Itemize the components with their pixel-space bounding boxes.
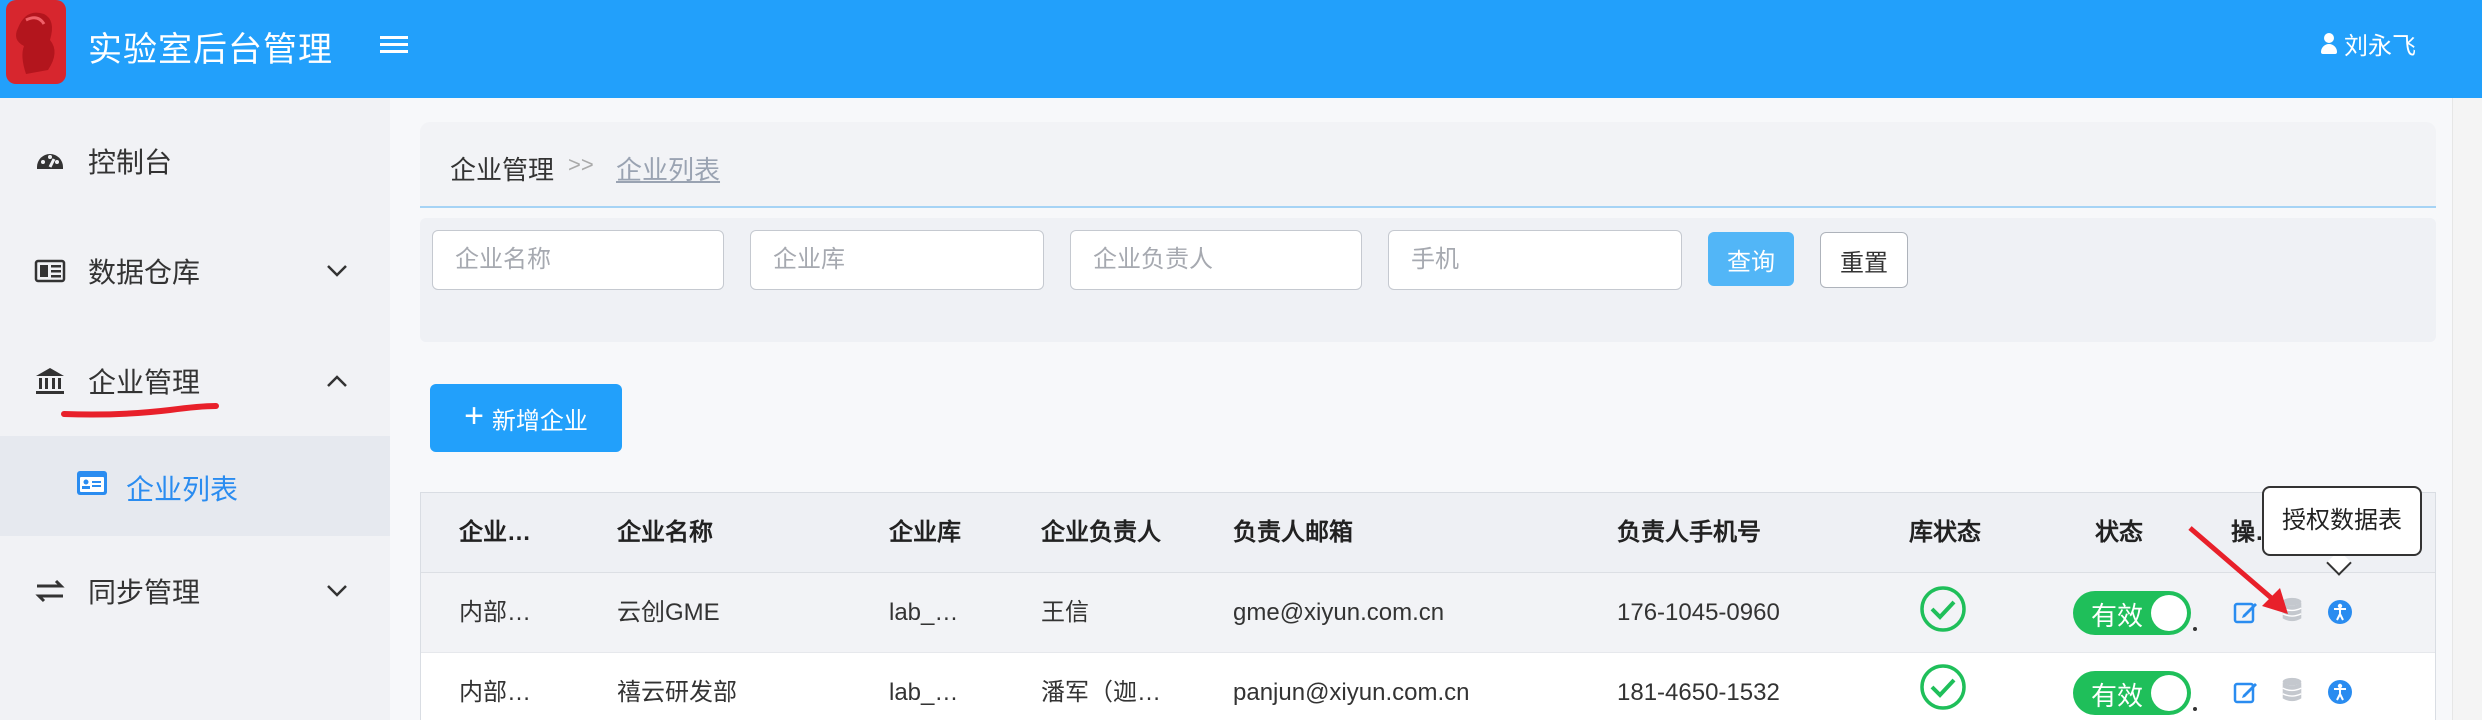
cell-db: lab_… (889, 599, 959, 626)
user-menu[interactable]: 刘永飞 (2320, 26, 2416, 61)
column-header[interactable]: 负责人邮箱 (1233, 493, 1353, 573)
sidebar-item-label: 控制台 (88, 147, 173, 178)
app-title: 实验室后台管理 (88, 31, 333, 69)
sidebar-subitem-enterprise-list[interactable]: 企业列表 (0, 436, 390, 536)
add-enterprise-label: 新增企业 (491, 407, 588, 435)
cell-type: 内部… (459, 679, 531, 706)
check-circle-icon (1920, 586, 1966, 632)
dashboard-icon (37, 154, 63, 169)
enterprise-owner-input[interactable] (1070, 230, 1362, 290)
chevron-up-icon (327, 375, 347, 387)
column-header[interactable]: 企业名称 (617, 493, 713, 573)
table-header: 企业… 企业名称 企业库 企业负责人 负责人邮箱 负责人手机号 库状态 状态 操… (421, 493, 2435, 573)
status-toggle[interactable]: 有效 (2073, 671, 2191, 715)
toggle-knob (2151, 675, 2187, 711)
edit-icon[interactable] (2233, 599, 2259, 625)
database-icon[interactable] (2279, 597, 2305, 623)
breadcrumb-current[interactable]: 企业列表 (616, 150, 720, 187)
menu-toggle-button[interactable] (380, 36, 408, 60)
sidebar-item-label: 企业管理 (88, 367, 201, 398)
status-toggle-label: 有效 (2091, 681, 2144, 711)
database-panel-icon (34, 259, 66, 283)
database-icon[interactable] (2279, 677, 2305, 703)
cell-type: 内部… (459, 599, 531, 626)
cell-owner: 王信 (1041, 599, 1089, 626)
column-header[interactable]: 库状态 (1909, 493, 1981, 573)
cell-email: panjun@xiyun.com.cn (1233, 679, 1470, 706)
phone-input[interactable] (1388, 230, 1682, 290)
cell-phone: 181-4650-1532 (1617, 679, 1780, 706)
sidebar-item-label: 数据仓库 (88, 257, 201, 288)
annotation-underline (61, 403, 219, 418)
user-icon (2320, 32, 2338, 55)
enterprise-name-input[interactable] (432, 230, 724, 290)
edit-icon[interactable] (2233, 679, 2259, 705)
cell-name: 禧云研发部 (617, 679, 737, 706)
enterprise-db-input[interactable] (750, 230, 1044, 290)
check-circle-icon (1920, 664, 1966, 710)
table-row[interactable]: 内部… 云创GME lab_… 王信 gme@xiyun.com.cn 176-… (421, 573, 2435, 653)
cell-name: 云创GME (617, 599, 720, 626)
sidebar-item-sync[interactable]: 同步管理 (0, 536, 390, 646)
status-toggle[interactable]: 有效 (2073, 591, 2191, 635)
accessibility-icon[interactable] (2327, 679, 2353, 705)
cell-db: lab_… (889, 679, 959, 706)
column-header[interactable]: 状态 (2095, 493, 2143, 573)
top-header: 实验室后台管理 刘永飞 (0, 0, 2482, 98)
cell-phone: 176-1045-0960 (1617, 599, 1780, 626)
breadcrumb-parent[interactable]: 企业管理 (450, 150, 554, 187)
breadcrumb-separator: >> (568, 152, 594, 177)
sync-icon (35, 579, 65, 603)
sidebar-subitem-label: 企业列表 (126, 474, 239, 505)
column-header[interactable]: 企业负责人 (1041, 493, 1161, 573)
status-toggle-label: 有效 (2091, 601, 2144, 631)
bank-icon (36, 368, 64, 394)
enterprise-table: 企业… 企业名称 企业库 企业负责人 负责人邮箱 负责人手机号 库状态 状态 操… (420, 492, 2436, 720)
reset-button[interactable]: 重置 (1820, 232, 1908, 288)
sidebar-item-data-warehouse[interactable]: 数据仓库 (0, 216, 390, 326)
truncation-dot (2193, 707, 2197, 711)
query-button[interactable]: 查询 (1708, 232, 1794, 286)
column-header[interactable]: 企业… (459, 493, 531, 573)
column-header[interactable]: 企业库 (889, 493, 961, 573)
column-header[interactable]: 负责人手机号 (1617, 493, 1761, 573)
vertical-scrollbar[interactable] (2452, 98, 2482, 720)
sidebar-item-label: 同步管理 (88, 577, 201, 608)
id-card-icon (77, 471, 107, 495)
filter-panel: 查询 重置 (420, 218, 2436, 342)
chevron-down-icon (327, 265, 347, 277)
cell-owner: 潘军（迦… (1041, 679, 1161, 706)
sidebar-item-dashboard[interactable]: 控制台 (0, 106, 390, 216)
plus-icon: + (464, 397, 484, 435)
chevron-down-icon (327, 585, 347, 597)
user-name: 刘永飞 (2344, 33, 2416, 60)
toggle-knob (2151, 595, 2187, 631)
breadcrumb: 企业管理 >> 企业列表 (420, 122, 2436, 208)
cell-email: gme@xiyun.com.cn (1233, 599, 1445, 626)
truncation-dot (2193, 627, 2197, 631)
table-row[interactable]: 内部… 禧云研发部 lab_… 潘军（迦… panjun@xiyun.com.c… (421, 653, 2435, 720)
app-logo (6, 0, 66, 84)
tooltip: 授权数据表 (2262, 486, 2422, 556)
add-enterprise-button[interactable]: + 新增企业 (430, 384, 622, 452)
accessibility-icon[interactable] (2327, 599, 2353, 625)
